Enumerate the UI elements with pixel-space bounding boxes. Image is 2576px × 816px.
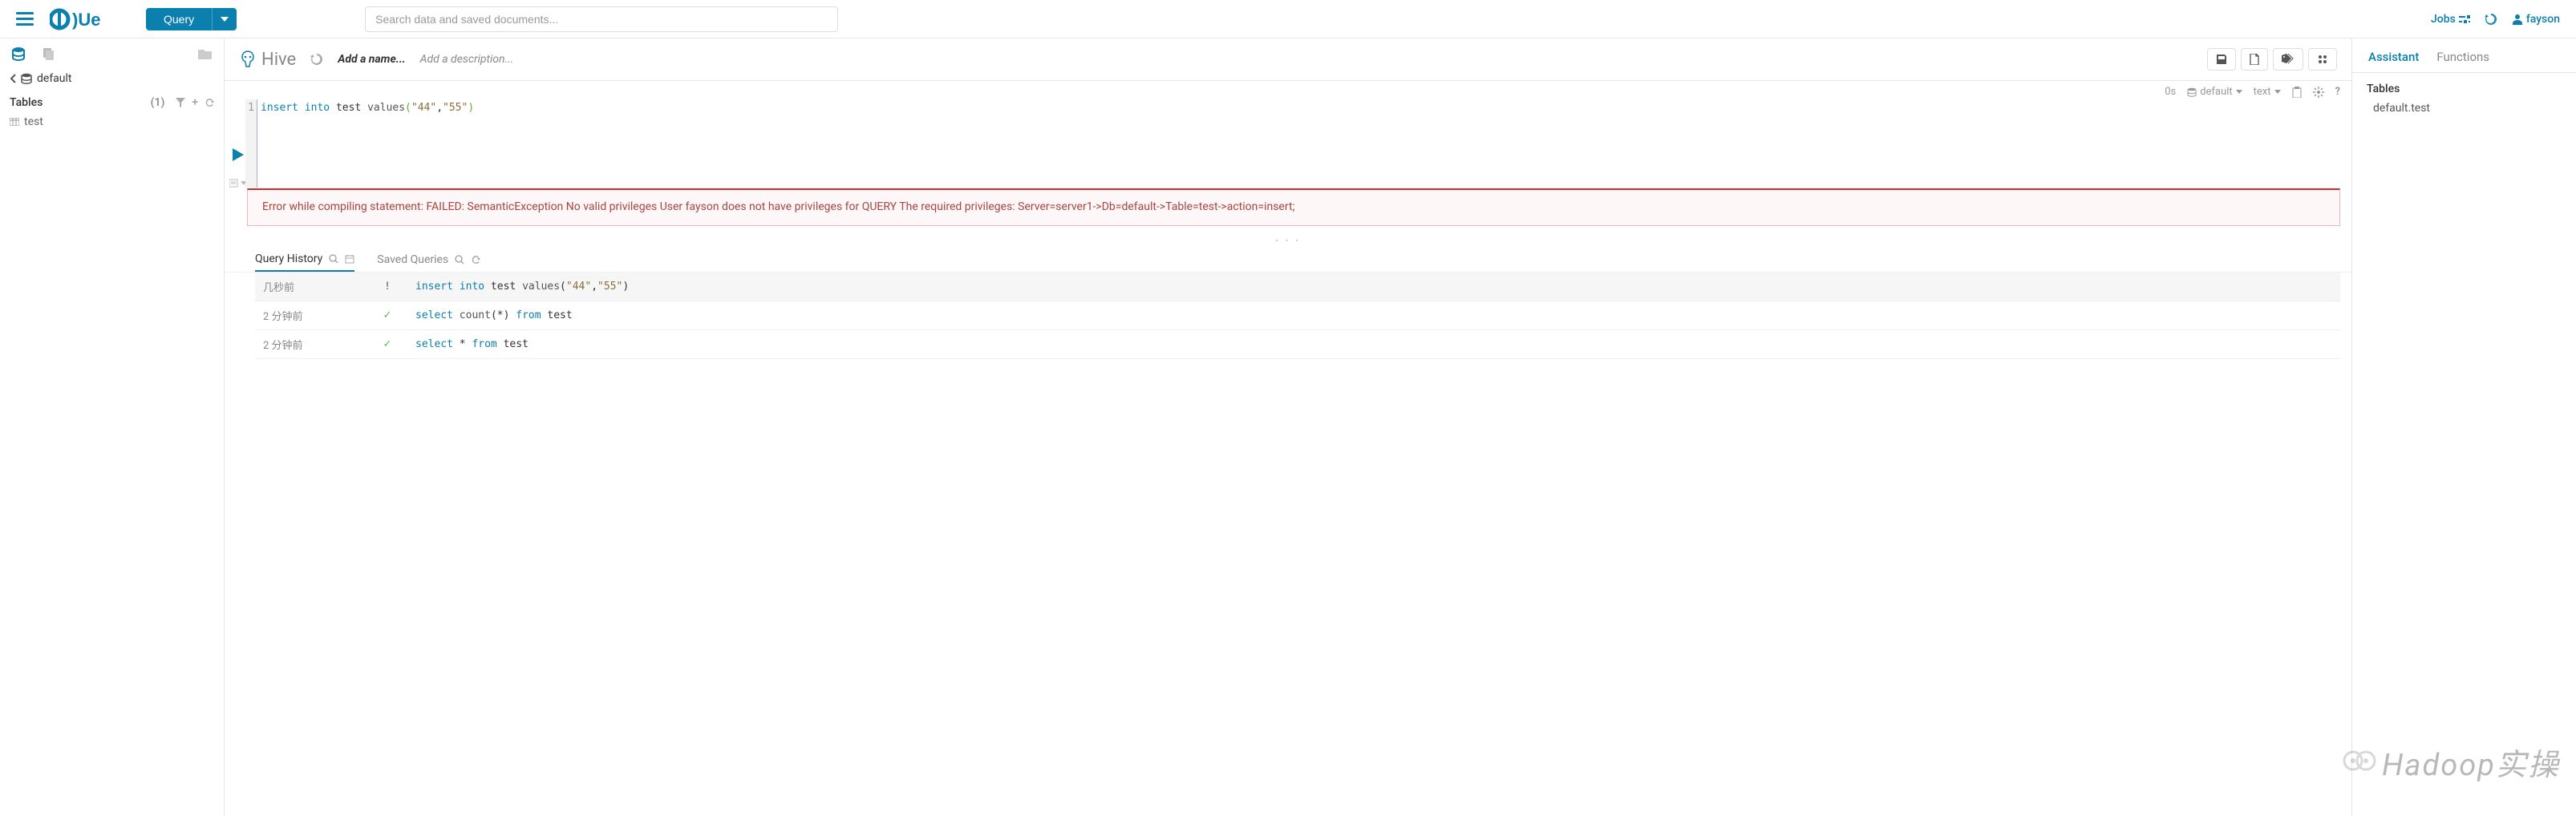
notebook-name-input[interactable]: Add a name...: [338, 53, 405, 66]
resize-grip[interactable]: • • •: [225, 234, 2351, 248]
documents-tab[interactable]: [42, 46, 56, 61]
history-icon[interactable]: [310, 53, 323, 66]
history-time: 2 分钟前: [263, 308, 359, 323]
tab-query-history[interactable]: Query History: [255, 252, 354, 272]
run-button[interactable]: [233, 148, 244, 161]
global-search-input[interactable]: [365, 6, 838, 32]
assist-tables-header: Tables: [2367, 83, 2562, 95]
refresh-icon: [471, 255, 480, 265]
type-select[interactable]: text: [2254, 86, 2281, 98]
hamburger-icon[interactable]: [16, 12, 34, 26]
elapsed-time: 0s: [2165, 86, 2176, 98]
database-select[interactable]: default: [2187, 86, 2242, 98]
user-link[interactable]: fayson: [2512, 13, 2560, 26]
help-icon[interactable]: ?: [2335, 86, 2340, 98]
check-icon: ✓: [383, 338, 392, 350]
assist-table-item[interactable]: default.test: [2367, 100, 2562, 116]
history-row[interactable]: 2 分钟前 ✓ select count(*) from test: [255, 301, 2340, 330]
folder-tab[interactable]: [198, 47, 213, 60]
chevron-left-icon: [10, 74, 16, 83]
history-time: 2 分钟前: [263, 337, 359, 352]
clipboard-icon[interactable]: [2292, 87, 2302, 98]
hue-logo[interactable]: )Ue: [50, 8, 130, 30]
new-doc-button[interactable]: [2241, 48, 2268, 71]
jobs-label: Jobs: [2431, 13, 2456, 26]
error-message: Error while compiling statement: FAILED:…: [247, 188, 2340, 226]
svg-text:)Ue: )Ue: [72, 10, 100, 30]
table-item[interactable]: test: [0, 112, 224, 131]
tables-count: (1): [151, 96, 165, 109]
engine-name: Hive: [261, 50, 296, 70]
calendar-icon: [345, 254, 354, 264]
check-icon: ✓: [383, 309, 392, 321]
history-sql: insert into test values("44","55"): [415, 281, 2332, 293]
database-icon: [21, 73, 32, 84]
history-time: 几秒前: [263, 279, 359, 294]
search-icon: [455, 255, 464, 265]
notebook-desc-input[interactable]: Add a description...: [420, 53, 514, 66]
save-button[interactable]: [2207, 48, 2236, 71]
refresh-icon[interactable]: [205, 98, 214, 107]
history-sql: select * from test: [415, 338, 2332, 350]
settings-button[interactable]: [2308, 48, 2337, 71]
chevron-down-icon: [2236, 90, 2242, 94]
code-editor[interactable]: 1 insert into test values("44","55"): [245, 99, 2351, 188]
tags-button[interactable]: [2273, 48, 2303, 71]
jobs-link[interactable]: Jobs: [2431, 13, 2470, 26]
tables-header-label: Tables: [10, 96, 43, 109]
line-number: 1: [248, 102, 254, 114]
filter-icon[interactable]: [176, 98, 185, 107]
user-name: fayson: [2526, 13, 2560, 26]
table-icon: [10, 118, 19, 126]
tab-assistant[interactable]: Assistant: [2368, 50, 2419, 64]
history-icon[interactable]: [2485, 13, 2497, 26]
database-selector[interactable]: default: [0, 67, 224, 90]
history-sql: select count(*) from test: [415, 309, 2332, 321]
gear-icon[interactable]: [2313, 87, 2324, 98]
tab-functions[interactable]: Functions: [2436, 50, 2489, 64]
database-name: default: [37, 72, 72, 85]
history-row[interactable]: 几秒前! insert into test values("44","55"): [255, 273, 2340, 301]
user-icon: [2512, 14, 2523, 25]
chevron-down-icon: [2274, 90, 2281, 94]
plus-icon[interactable]: +: [192, 96, 198, 109]
tab-saved-queries[interactable]: Saved Queries: [377, 253, 480, 271]
history-row[interactable]: 2 分钟前 ✓ select * from test: [255, 330, 2340, 359]
snippet-menu[interactable]: [229, 179, 247, 188]
error-icon: !: [386, 281, 389, 293]
sliders-icon: [2459, 14, 2470, 24]
database-icon: [2187, 87, 2197, 97]
search-icon: [329, 254, 338, 264]
query-button[interactable]: Query: [146, 8, 212, 30]
sources-tab[interactable]: [11, 46, 26, 61]
query-caret[interactable]: [212, 8, 237, 30]
hive-icon: [239, 50, 257, 68]
